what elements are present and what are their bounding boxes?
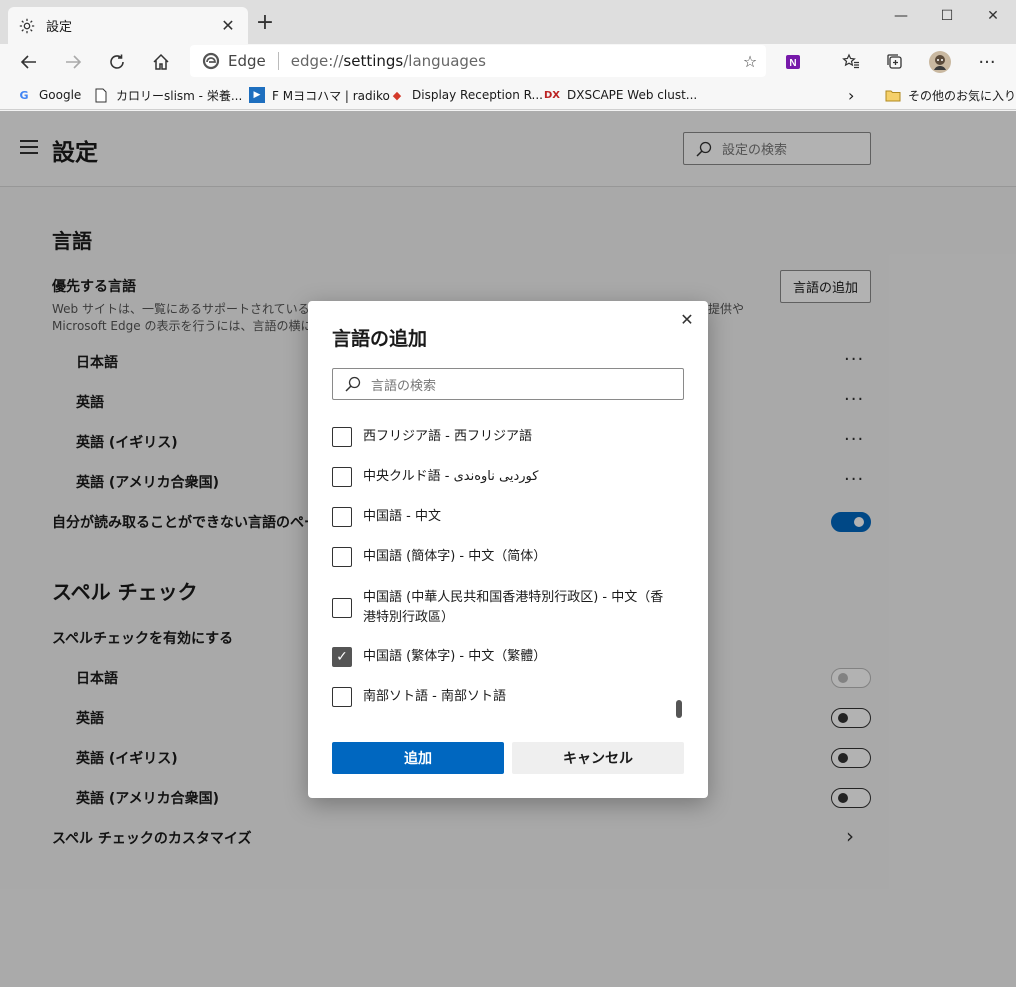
address-url[interactable]: edge://settings/languages — [291, 52, 734, 70]
favorite-radiko[interactable]: ▶ F Mヨコハマ | radiko — [249, 84, 390, 106]
profile-avatar[interactable] — [925, 48, 955, 76]
language-option-label: 中国語 (繁体字) - 中文（繁體） — [363, 649, 547, 664]
favorite-display-reception[interactable]: ◆ Display Reception R... — [389, 84, 543, 106]
radio-icon: ▶ — [249, 87, 265, 103]
favorites-overflow-icon[interactable]: › — [848, 84, 854, 106]
language-option-label: 西フリジア語 - 西フリジア語 — [363, 429, 532, 444]
favorite-calorie[interactable]: カロリーslism - 栄養... — [93, 84, 242, 106]
add-language-dialog: 言語の追加 ✕ 言語の検索 西フリジア語 - 西フリジア語 中央クルド語 - ک… — [308, 301, 708, 798]
back-icon[interactable] — [14, 48, 44, 76]
language-checkbox[interactable] — [332, 547, 352, 567]
language-option-label: 中国語 (中華人民共和国香港特別行政区) - 中文（香港特別行政區） — [363, 590, 664, 625]
add-favorite-icon[interactable]: ☆ — [734, 52, 766, 71]
tab-title: 設定 — [46, 20, 73, 35]
gear-icon — [19, 18, 35, 33]
forward-icon[interactable] — [58, 48, 88, 76]
other-favorites[interactable]: その他のお気に入り — [885, 84, 1016, 106]
language-option[interactable]: 中央クルド語 - کوردیی ناوەندی — [332, 467, 673, 487]
language-checkbox[interactable] — [332, 687, 352, 707]
display-icon: ◆ — [392, 88, 402, 102]
favorite-dxscape[interactable]: DX DXSCAPE Web clust... — [544, 84, 697, 106]
language-option-label: 中国語 (簡体字) - 中文（简体） — [363, 549, 547, 564]
language-option-label: 中国語 - 中文 — [363, 509, 441, 524]
language-option[interactable]: 中国語 (中華人民共和国香港特別行政区) - 中文（香港特別行政區） — [332, 588, 673, 628]
language-option[interactable]: 南部ソト語 - 南部ソト語 — [332, 687, 673, 707]
dialog-title: 言語の追加 — [332, 328, 428, 350]
edge-logo-icon — [202, 52, 220, 70]
language-option[interactable]: 中国語 - 中文 — [332, 507, 673, 527]
folder-icon — [885, 87, 901, 103]
new-tab-icon[interactable]: + — [255, 12, 275, 34]
search-icon — [345, 376, 361, 392]
favorites-bar: G Google カロリーslism - 栄養... ▶ F Mヨコハマ | r… — [0, 80, 1016, 110]
address-brand: Edge — [228, 52, 266, 70]
tab-settings[interactable]: 設定 ✕ — [8, 7, 248, 44]
language-option[interactable]: 中国語 (簡体字) - 中文（简体） — [332, 547, 673, 567]
language-option-label: 南部ソト語 - 南部ソト語 — [363, 689, 506, 704]
language-option-label: 中央クルド語 - کوردیی ناوەندی — [363, 469, 539, 484]
tab-strip: 設定 ✕ + — ☐ ✕ — [0, 0, 1016, 44]
add-button[interactable]: 追加 — [332, 742, 504, 774]
language-checkbox[interactable] — [332, 467, 352, 487]
language-checkbox[interactable] — [332, 427, 352, 447]
home-icon[interactable] — [146, 48, 176, 76]
address-bar[interactable]: Edge edge://settings/languages ☆ — [190, 45, 766, 77]
google-icon: G — [19, 88, 29, 102]
favorites-icon[interactable] — [836, 48, 866, 76]
list-scrollbar-thumb[interactable] — [676, 700, 682, 718]
onenote-icon[interactable]: N — [778, 48, 808, 76]
language-checkbox-checked[interactable]: ✓ — [332, 647, 352, 667]
language-search-input[interactable]: 言語の検索 — [332, 368, 684, 400]
favorite-google[interactable]: G Google — [16, 84, 81, 106]
refresh-icon[interactable] — [102, 48, 132, 76]
collections-icon[interactable] — [880, 48, 910, 76]
language-checkbox[interactable] — [332, 507, 352, 527]
window-close-icon[interactable]: ✕ — [970, 4, 1016, 28]
address-separator — [277, 52, 279, 70]
minimize-icon[interactable]: — — [878, 4, 924, 28]
more-icon[interactable]: ··· — [972, 48, 1002, 76]
close-icon[interactable]: ✕ — [678, 311, 696, 329]
maximize-icon[interactable]: ☐ — [924, 4, 970, 28]
cancel-button[interactable]: キャンセル — [512, 742, 684, 774]
page-icon — [93, 87, 109, 103]
language-option[interactable]: 西フリジア語 - 西フリジア語 — [332, 427, 673, 447]
language-checkbox[interactable] — [332, 598, 352, 618]
language-option[interactable]: ✓ 中国語 (繁体字) - 中文（繁體） — [332, 647, 673, 667]
close-tab-icon[interactable]: ✕ — [218, 16, 238, 35]
dx-icon: DX — [544, 89, 561, 101]
svg-text:N: N — [789, 58, 796, 69]
